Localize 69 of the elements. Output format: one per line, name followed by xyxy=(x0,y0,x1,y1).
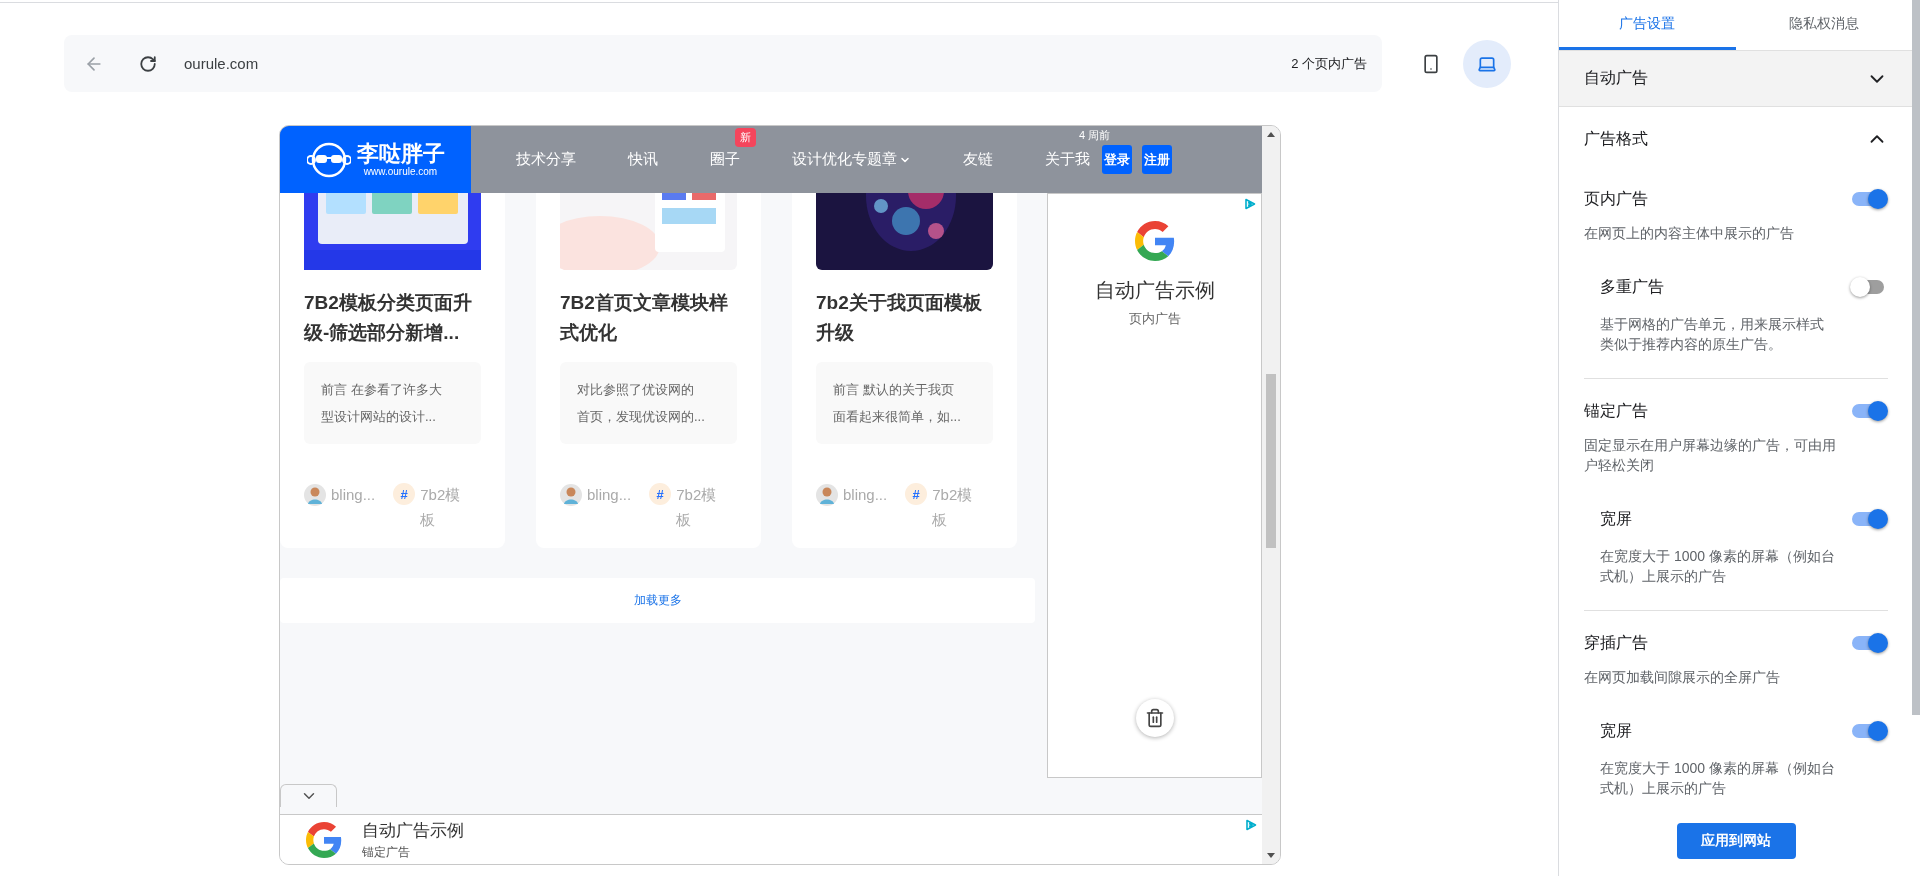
logo-title: 李哒胖子 xyxy=(356,142,445,166)
site-logo[interactable]: 李哒胖子 www.ourule.com xyxy=(280,126,471,193)
toggle-switch[interactable] xyxy=(1850,508,1888,530)
register-button[interactable]: 注册 xyxy=(1142,145,1172,174)
format-title: 锚定广告 xyxy=(1584,400,1648,421)
format-description: 固定显示在用户屏幕边缘的广告，可由用 户轻松关闭 xyxy=(1584,436,1837,475)
option-title: 多重广告 xyxy=(1600,276,1664,297)
nav-link[interactable]: 设计优化专题章 xyxy=(792,150,911,169)
trash-icon xyxy=(1144,708,1165,728)
tag-name[interactable]: 7b2模 板 xyxy=(420,482,461,532)
tag-symbol: # xyxy=(905,483,928,505)
load-more-link[interactable]: 加载更多 xyxy=(280,578,1035,623)
toggle-switch[interactable] xyxy=(1850,720,1888,742)
g-logo-icon xyxy=(306,821,342,858)
option-description: 基于网格的广告单元，用来展示样式 类似于推荐内容的原生广告。 xyxy=(1600,315,1825,354)
ad-subtitle: 锚定广告 xyxy=(362,843,411,861)
glasses-head-icon xyxy=(306,141,351,178)
ad-count: 2 个页内广告 xyxy=(1291,54,1367,73)
format-title: 穿插广告 xyxy=(1584,632,1648,653)
ad-title: 自动广告示例 xyxy=(1094,277,1215,303)
tag-name[interactable]: 7b2模 板 xyxy=(932,482,973,532)
option-title: 宽屏 xyxy=(1600,508,1632,529)
post-time: 4 周前 xyxy=(1079,128,1111,143)
post-excerpt: 前言 在参看了许多大 型设计网站的设计... xyxy=(304,362,481,444)
toggle-switch[interactable] xyxy=(1850,400,1888,422)
nav-link[interactable]: 快讯 xyxy=(628,150,658,169)
post-card[interactable]: 7B2首页文章模块样 式优化 对比参照了优设网的 首页，发现优设网的... bling... # 7b2模 板 xyxy=(536,193,761,548)
scrollbar-thumb[interactable] xyxy=(1266,374,1276,548)
scrollbar-thumb[interactable] xyxy=(1912,0,1920,715)
format-title: 页内广告 xyxy=(1584,188,1648,209)
avatar-icon xyxy=(304,484,326,506)
format-description: 在网页上的内容主体中展示的广告 xyxy=(1584,224,1795,243)
option-description: 在宽度大于 1000 像素的屏幕（例如台 式机）上展示的广告 xyxy=(1600,759,1836,798)
avatar-icon xyxy=(560,484,582,506)
nav-link[interactable]: 关于我 xyxy=(1045,150,1090,169)
option-description: 在宽度大于 1000 像素的屏幕（例如台 式机）上展示的广告 xyxy=(1600,547,1836,586)
scrollbar[interactable] xyxy=(1262,126,1280,864)
post-card[interactable]: 7B2模板分类页面升 级-筛选部分新增... 前言 在参看了许多大 型设计网站的设计... bling... # 7b2模 板 xyxy=(280,193,505,548)
toggle-switch[interactable] xyxy=(1850,188,1888,210)
format-description: 在网页加载间隙展示的全屏广告 xyxy=(1584,668,1781,687)
tag-symbol: # xyxy=(649,483,672,505)
ad-title: 自动广告示例 xyxy=(362,819,464,842)
post-excerpt: 对比参照了优设网的 首页，发现优设网的... xyxy=(560,362,737,444)
delete-button[interactable] xyxy=(1135,699,1174,737)
post-title[interactable]: 7b2关于我页面模板 升级 xyxy=(816,288,993,348)
section-header[interactable]: 自动广告 xyxy=(1559,51,1912,107)
scroll-up-icon[interactable] xyxy=(1267,132,1275,137)
post-title[interactable]: 7B2首页文章模块样 式优化 xyxy=(560,288,737,348)
url-text: ourule.com xyxy=(184,55,259,72)
post-card[interactable]: 7b2关于我页面模板 升级 前言 默认的关于我页 面看起来很简单，如... bling... # 7b2模 板 xyxy=(792,193,1017,548)
play-triangle-icon[interactable] xyxy=(1245,819,1257,831)
avatar-icon xyxy=(816,484,838,506)
tag-symbol: # xyxy=(393,483,416,505)
laptop-icon[interactable] xyxy=(1463,39,1511,88)
nav-link[interactable]: 友链 xyxy=(963,150,993,169)
post-excerpt: 前言 默认的关于我页 面看起来很简单，如... xyxy=(816,362,993,444)
play-triangle-icon[interactable] xyxy=(1244,197,1256,210)
toggle-switch[interactable] xyxy=(1850,632,1888,654)
option-title: 宽屏 xyxy=(1600,720,1632,741)
login-button[interactable]: 登录 xyxy=(1102,145,1132,174)
apply-button[interactable]: 应用到网站 xyxy=(1676,823,1796,859)
g-logo-icon xyxy=(1134,220,1175,261)
tag-name[interactable]: 7b2模 板 xyxy=(676,482,717,532)
ad-subtitle: 页内广告 xyxy=(1128,309,1181,328)
nav-link[interactable]: 技术分享 xyxy=(516,150,576,169)
new-badge: 新 xyxy=(735,128,756,147)
logo-url: www.ourule.com xyxy=(363,166,438,177)
post-title[interactable]: 7B2模板分类页面升 级-筛选部分新增... xyxy=(304,288,481,348)
scroll-down-icon[interactable] xyxy=(1267,853,1275,858)
